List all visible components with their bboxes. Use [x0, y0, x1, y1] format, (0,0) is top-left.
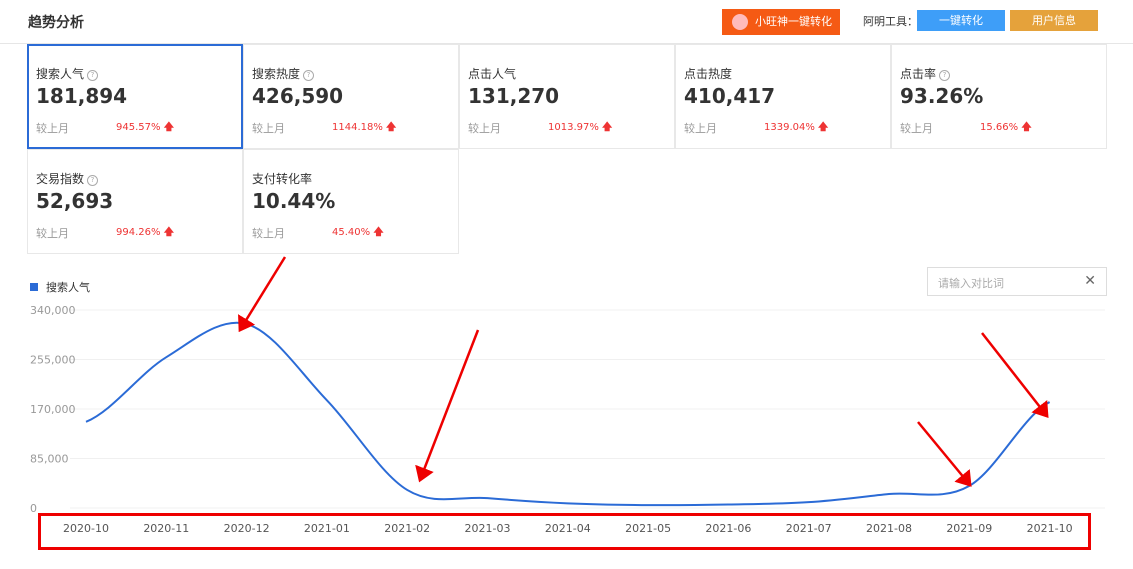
metric-label: 搜索人气 [36, 67, 85, 81]
metric-change: 945.57% [116, 122, 161, 133]
help-icon[interactable]: ? [87, 175, 99, 186]
legend-label: 搜索人气 [46, 281, 90, 294]
xiaowang-convert-button[interactable]: 小旺神一键转化 [722, 9, 840, 35]
y-tick-label: 255,000 [30, 354, 76, 367]
help-icon[interactable]: ? [939, 70, 951, 81]
metric-value: 93.26% [900, 84, 984, 108]
metric-card[interactable]: 支付转化率 10.44% 较上月 45.40% 🡅 [243, 149, 459, 254]
metric-card[interactable]: 搜索热度? 426,590 较上月 1144.18% 🡅 [243, 44, 459, 149]
compare-label: 较上月 [252, 227, 285, 240]
annotation-arrow [981, 332, 1049, 418]
compare-label: 较上月 [900, 122, 933, 135]
compare-label: 较上月 [468, 122, 501, 135]
metric-card[interactable]: 交易指数? 52,693 较上月 994.26% 🡅 [27, 149, 243, 254]
compare-label: 较上月 [36, 227, 69, 240]
metric-card[interactable]: 搜索人气? 181,894 较上月 945.57% 🡅 [27, 44, 243, 149]
legend-swatch [30, 283, 38, 291]
series-line [85, 321, 1051, 507]
metric-card[interactable]: 点击热度 410,417 较上月 1339.04% 🡅 [675, 44, 891, 149]
arrow-up-icon: 🡅 [163, 122, 174, 133]
compare-label: 较上月 [36, 122, 69, 135]
annotation-arrow [917, 421, 972, 487]
metric-label: 搜索热度 [252, 67, 301, 81]
metric-change: 1013.97% [548, 122, 599, 133]
y-tick-label: 85,000 [30, 453, 69, 466]
metric-change: 1144.18% [332, 122, 383, 133]
metric-label: 交易指数 [36, 172, 85, 186]
help-icon[interactable]: ? [87, 70, 99, 81]
metric-change: 45.40% [332, 227, 371, 238]
metric-value: 410,417 [684, 84, 776, 108]
compare-placeholder: 请输入对比词 [938, 277, 1004, 290]
chart-legend[interactable]: 搜索人气 [30, 279, 90, 295]
annotation-arrow [415, 329, 480, 483]
y-tick-label: 340,000 [30, 304, 76, 317]
metric-change: 994.26% [116, 227, 161, 238]
metric-card[interactable]: 点击率? 93.26% 较上月 15.66% 🡅 [891, 44, 1107, 149]
y-tick-label: 0 [30, 502, 37, 515]
arrow-up-icon: 🡅 [163, 227, 174, 238]
convert-button[interactable]: 一键转化 [917, 10, 1005, 31]
xiaowang-label: 小旺神一键转化 [755, 15, 832, 28]
metric-value: 131,270 [468, 84, 560, 108]
compare-input[interactable]: 请输入对比词 ✕ [927, 267, 1107, 296]
metric-card[interactable]: 点击人气 131,270 较上月 1013.97% 🡅 [459, 44, 675, 149]
tools-label: 阿明工具： [863, 15, 918, 28]
arrow-up-icon: 🡅 [602, 122, 613, 133]
metric-label: 点击率 [900, 67, 937, 81]
metric-value: 181,894 [36, 84, 128, 108]
metric-value: 426,590 [252, 84, 344, 108]
metric-value: 10.44% [252, 189, 336, 213]
arrow-up-icon: 🡅 [818, 122, 829, 133]
page-title: 趋势分析 [28, 15, 84, 31]
help-icon[interactable]: ? [303, 70, 315, 81]
metric-change: 15.66% [980, 122, 1019, 133]
header: 趋势分析 小旺神一键转化 阿明工具： 一键转化 用户信息 [0, 0, 1133, 44]
y-tick-label: 170,000 [30, 403, 76, 416]
arrow-up-icon: 🡅 [386, 122, 397, 133]
close-icon[interactable]: ✕ [1084, 273, 1096, 289]
xiaowang-logo-icon [732, 14, 748, 30]
metric-label: 支付转化率 [252, 172, 313, 186]
compare-label: 较上月 [684, 122, 717, 135]
metric-value: 52,693 [36, 189, 114, 213]
compare-label: 较上月 [252, 122, 285, 135]
arrow-up-icon: 🡅 [373, 227, 384, 238]
arrow-up-icon: 🡅 [1021, 122, 1032, 133]
metric-label: 点击人气 [468, 67, 517, 81]
annotation-arrow [238, 256, 287, 333]
user-info-button[interactable]: 用户信息 [1010, 10, 1098, 31]
metric-change: 1339.04% [764, 122, 815, 133]
annotation-red-box [38, 513, 1091, 550]
metric-label: 点击热度 [684, 67, 733, 81]
